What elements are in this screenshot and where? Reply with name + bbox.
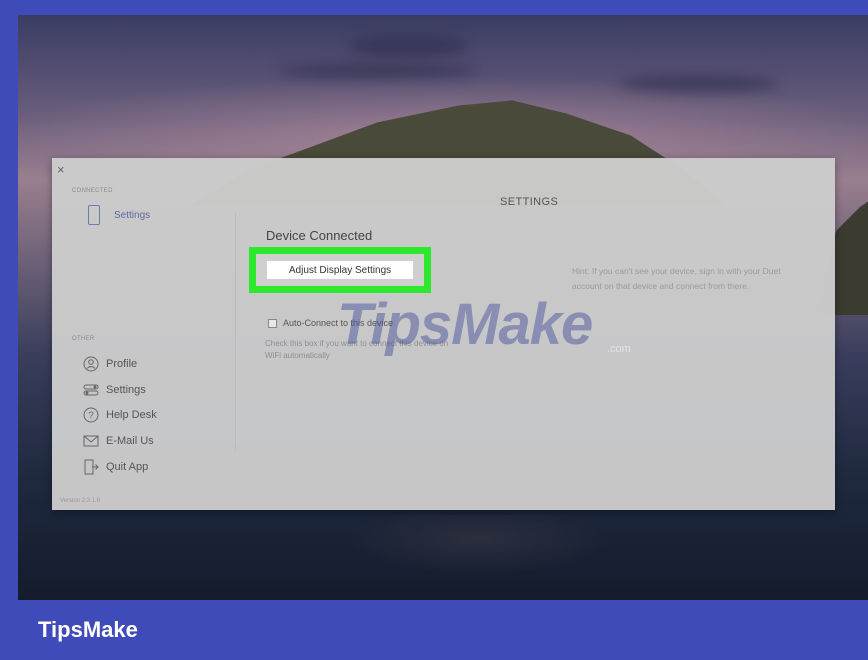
profile-icon: [82, 356, 100, 372]
adjust-display-settings-button[interactable]: Adjust Display Settings: [267, 261, 413, 279]
sidebar-divider: [235, 212, 236, 452]
other-section-label: OTHER: [72, 336, 95, 342]
close-button[interactable]: ×: [57, 162, 65, 177]
device-connected-heading: Device Connected: [266, 228, 373, 243]
svg-text:?: ?: [88, 411, 94, 422]
sidebar-item-email[interactable]: E-Mail Us: [82, 431, 154, 451]
sidebar-item-profile[interactable]: Profile: [82, 354, 137, 374]
tutorial-frame: × CONNECTED Settings OTHER Profile Setti…: [0, 0, 868, 660]
cloud: [348, 35, 468, 57]
sidebar-item-device-settings[interactable]: Settings: [88, 205, 150, 225]
sidebar-item-label: Settings: [114, 209, 151, 221]
sidebar-item-label: Settings: [106, 384, 146, 396]
quit-icon: [82, 459, 100, 475]
highlight-box: Adjust Display Settings: [249, 247, 431, 293]
island-reflection: [348, 515, 608, 575]
mail-icon: [82, 433, 100, 449]
sidebar-item-label: Help Desk: [106, 409, 157, 421]
help-icon: ?: [82, 407, 100, 423]
page-title: SETTINGS: [500, 196, 559, 208]
sidebar-item-quit-app[interactable]: Quit App: [82, 457, 148, 477]
watermark-suffix: .com: [607, 343, 631, 355]
auto-connect-description: Check this box if you want to connect th…: [265, 339, 449, 360]
version-label: Version 2.3.1.6: [60, 498, 101, 504]
duet-settings-window: × CONNECTED Settings OTHER Profile Setti…: [52, 158, 835, 510]
hint-text: Hint: If you can't see your device, sign…: [572, 266, 781, 291]
sidebar-item-label: E-Mail Us: [106, 435, 154, 447]
brand-logo-text: TipsMake: [38, 617, 138, 642]
sidebar-item-settings[interactable]: Settings: [82, 380, 146, 400]
cloud: [618, 75, 778, 93]
settings-toggle-icon: [82, 382, 100, 398]
auto-connect-label: Auto-Connect to this device: [283, 318, 394, 328]
sidebar-item-label: Profile: [106, 358, 138, 370]
auto-connect-row: Auto-Connect to this device: [268, 318, 393, 328]
cloud: [278, 63, 478, 79]
auto-connect-checkbox[interactable]: [268, 318, 277, 328]
device-icon: [88, 205, 100, 225]
sidebar-item-help-desk[interactable]: ? Help Desk: [82, 405, 157, 425]
connected-section-label: CONNECTED: [72, 188, 113, 194]
sidebar-item-label: Quit App: [106, 461, 149, 473]
